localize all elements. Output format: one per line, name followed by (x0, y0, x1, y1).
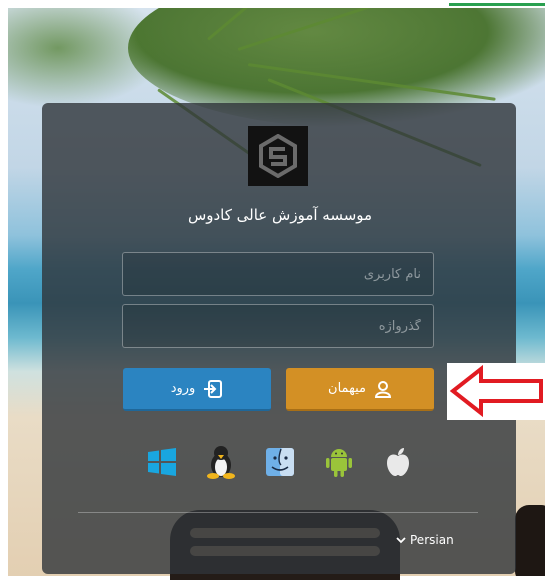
palm-foliage-left (8, 8, 168, 108)
top-accent-line (449, 3, 545, 6)
hexagon-logo-icon (259, 134, 297, 178)
username-field[interactable] (122, 252, 434, 296)
password-field[interactable] (122, 304, 434, 348)
institute-logo (248, 126, 308, 186)
login-button[interactable]: ورود (123, 368, 271, 411)
language-selector[interactable]: Persian (396, 533, 454, 547)
institute-title: موسسه آموزش عالی کادوس (187, 206, 373, 224)
annotation-arrow (447, 363, 550, 420)
guest-button[interactable]: میهمان (286, 368, 434, 411)
platform-downloads (145, 445, 415, 479)
user-icon (374, 380, 391, 398)
login-button-label: ورود (170, 381, 196, 396)
chair-edge (515, 505, 545, 576)
apple-icon[interactable] (381, 445, 415, 479)
linux-icon[interactable] (204, 445, 238, 479)
windows-icon[interactable] (145, 445, 179, 479)
language-label: Persian (410, 533, 454, 547)
panel-divider (78, 512, 478, 513)
finder-icon[interactable] (263, 445, 297, 479)
guest-button-label: میهمان (328, 381, 366, 396)
left-arrow-icon (449, 364, 543, 418)
sign-in-icon (204, 379, 223, 398)
chevron-down-icon (396, 537, 406, 544)
android-icon[interactable] (322, 445, 356, 479)
